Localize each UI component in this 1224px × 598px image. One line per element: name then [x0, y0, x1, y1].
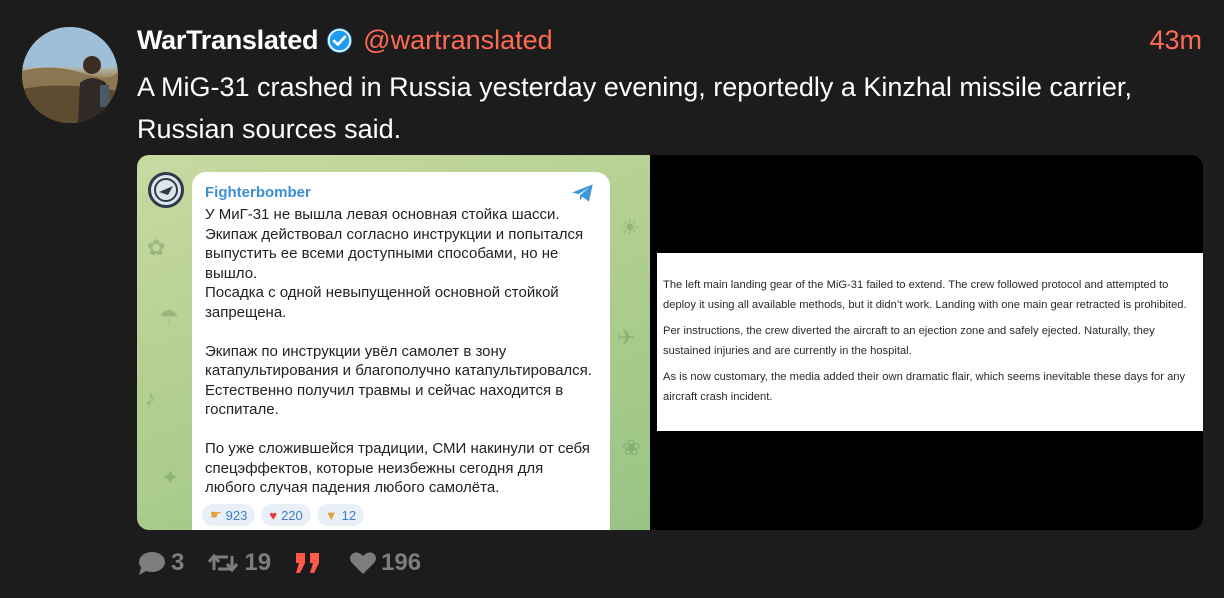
reaction-chip: ☛ 923 [202, 504, 256, 526]
avatar-photo [22, 27, 118, 123]
telegram-paragraph: Экипаж по инструкции увёл самолет в зону… [205, 342, 592, 419]
quote-icon [296, 553, 320, 573]
background-doodle-icon: ✈ [617, 325, 636, 350]
reaction-count: 923 [225, 507, 248, 523]
translation-paragraph: Per instructions, the crew diverted the … [663, 325, 1155, 357]
author-handle[interactable]: @wartranslated [363, 25, 553, 56]
background-doodle-icon: ☀ [620, 215, 640, 240]
reply-icon [139, 552, 165, 575]
heart-icon [350, 552, 377, 574]
channel-logo-icon [154, 178, 178, 202]
background-doodle-icon: ☂ [159, 305, 179, 330]
translation-paragraph: As is now customary, the media added the… [663, 371, 1186, 403]
telegram-message-text: У МиГ-31 не вышла левая основная стойка … [205, 205, 596, 498]
background-doodle-icon: ❀ [622, 435, 641, 460]
tweet-timestamp[interactable]: 43m [1149, 25, 1202, 56]
telegram-channel-name: Fighterbomber [205, 184, 311, 201]
tweet-media[interactable]: ✿ ☂ ♪ ✦ ☀ ✈ ❀ Fighterbomber У МиГ-31 не … [137, 155, 1203, 530]
tweet-header: WarTranslated @wartranslated 43m [137, 22, 1202, 58]
translation-paragraph: The left main landing gear of the MiG-31… [663, 279, 1187, 311]
reaction-chip: ▼ 12 [316, 504, 365, 526]
channel-avatar [148, 172, 184, 208]
retweet-button[interactable]: 19 [206, 549, 271, 577]
telegram-plane-icon [572, 184, 593, 202]
hand-point-icon: ☛ [210, 507, 222, 522]
tweet-actions: 3 19 196 [137, 546, 443, 580]
reply-button[interactable]: 3 [137, 549, 184, 577]
background-doodle-icon: ✿ [147, 235, 166, 260]
reaction-count: 12 [341, 507, 357, 523]
background-doodle-icon: ✦ [161, 465, 180, 490]
reaction-count: 220 [281, 507, 303, 523]
reply-count: 3 [171, 549, 185, 576]
like-count: 196 [381, 549, 422, 576]
telegram-paragraph: По уже сложившейся традиции, СМИ накинул… [205, 439, 590, 497]
telegram-paragraph: У МиГ-31 не вышла левая основная стойка … [205, 206, 584, 321]
author-name[interactable]: WarTranslated [137, 25, 318, 56]
thumbs-down-icon: ▼ [324, 507, 338, 523]
telegram-screenshot: ✿ ☂ ♪ ✦ ☀ ✈ ❀ Fighterbomber У МиГ-31 не … [137, 155, 650, 530]
like-button[interactable]: 196 [349, 549, 421, 577]
telegram-reactions: ☛ 923 ♥ 220 ▼ 12 [202, 504, 365, 526]
retweet-count: 19 [244, 549, 272, 576]
translation-card: The left main landing gear of the MiG-31… [657, 253, 1203, 431]
tweet-text: A MiG-31 crashed in Russia yesterday eve… [137, 72, 1132, 144]
telegram-message-bubble: Fighterbomber У МиГ-31 не вышла левая ос… [192, 172, 610, 530]
verified-badge-icon [327, 27, 353, 53]
retweet-icon [208, 553, 239, 573]
background-doodle-icon: ♪ [145, 385, 156, 410]
heart-icon: ♥ [269, 507, 278, 523]
quote-button[interactable] [293, 550, 327, 576]
author-avatar[interactable] [22, 27, 118, 123]
reaction-chip: ♥ 220 [261, 504, 311, 526]
